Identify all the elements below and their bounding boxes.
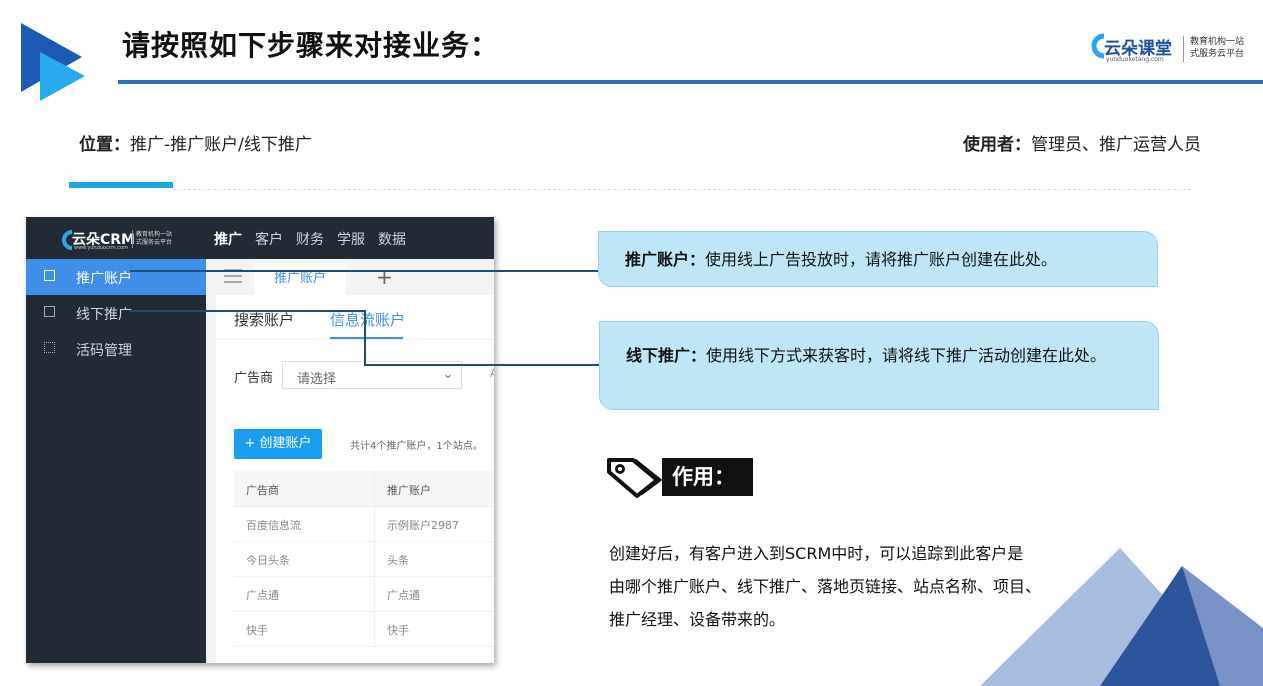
callout-label: 推广账户： — [625, 250, 706, 269]
sidebar-item-live-code[interactable]: 活码管理 — [26, 331, 206, 367]
mountain-shape-right — [1182, 566, 1263, 686]
check-icon — [44, 306, 55, 317]
section-accent-bar — [69, 182, 173, 188]
mountain-shape-mid — [1100, 566, 1263, 686]
table-cell-account: 示例账户2987 — [387, 519, 459, 532]
truncated-filter-label: A — [490, 367, 494, 380]
tab-promo-account[interactable]: 推广账户 — [254, 263, 346, 295]
advertiser-select-value: 请选择 — [297, 372, 337, 387]
callout-body: 使用线上广告投放时，请将推广账户创建在此处。 — [705, 250, 1058, 269]
table-header-account: 推广账户 — [387, 484, 431, 497]
callout-promo-account: 推广账户：使用线上广告投放时，请将推广账户创建在此处。 — [598, 231, 1158, 287]
subtab-search-account[interactable]: 搜索账户 — [234, 309, 294, 330]
callout-body: 使用线下方式来获客时，请将线下推广活动创建在此处。 — [706, 346, 1107, 365]
crm-slogan-line1: 教育机构一站 — [136, 231, 173, 238]
nav-item-finance[interactable]: 财务 — [296, 232, 324, 248]
column-divider — [374, 576, 375, 611]
crm-tabbar: 推广账户 + — [206, 259, 494, 295]
user-value: 管理员、推广运营人员 — [1031, 135, 1201, 155]
create-account-button[interactable]: + 创建账户 — [234, 429, 322, 459]
effect-text-line2: 由哪个推广账户、线下推广、落地页链接、站点名称、项目、 — [609, 577, 1042, 596]
table-row[interactable]: 百度信息流 示例账户2987 — [234, 506, 494, 542]
effect-text-line3: 推广经理、设备带来的。 — [609, 610, 786, 629]
effect-text-line1: 创建好后，有客户进入到SCRM中时，可以追踪到此客户是 — [609, 544, 1024, 563]
brand-logo-divider — [1183, 36, 1184, 62]
connector-line-offline-h2 — [364, 364, 600, 366]
brand-slogan: 教育机构一站 式服务云平台 — [1190, 36, 1244, 60]
connector-line-offline-v — [364, 310, 366, 366]
column-divider — [374, 611, 375, 646]
sidebar-item-label: 活码管理 — [76, 343, 132, 359]
table-cell-advertiser: 百度信息流 — [246, 519, 301, 532]
subtab-divider — [216, 339, 494, 340]
nav-item-student[interactable]: 学服 — [337, 232, 365, 248]
crm-top-nav: 推广 客户 财务 学服 数据 — [214, 229, 419, 249]
user-info: 使用者：管理员、推广运营人员 — [963, 130, 1201, 155]
table-cell-advertiser: 今日头条 — [246, 554, 290, 567]
crm-logo-url: www.yunduocrm.com — [74, 245, 128, 251]
sidebar-item-label: 推广账户 — [76, 271, 132, 287]
connector-line-offline-h1 — [130, 310, 366, 312]
connector-line-account — [130, 270, 600, 272]
table-cell-account: 广点通 — [387, 589, 420, 602]
table-row[interactable]: 广点通 广点通 — [234, 576, 494, 612]
sidebar-item-offline-promo[interactable]: 线下推广 — [26, 295, 206, 331]
brand-logo-url: yunduoketang.com — [1106, 56, 1164, 63]
position-label: 位置： — [79, 135, 130, 155]
callout-label: 线下推广： — [626, 346, 707, 365]
tag-icon — [607, 458, 663, 498]
callout-offline-promo: 线下推广：使用线下方式来获客时，请将线下推广活动创建在此处。 — [599, 321, 1159, 410]
table-row[interactable]: 今日头条 头条 — [234, 541, 494, 577]
sidebar-item-promo-account[interactable]: 推广账户 — [26, 259, 206, 295]
nav-item-promotion[interactable]: 推广 — [214, 232, 242, 248]
account-icon — [44, 270, 55, 281]
crm-logo-divider — [132, 230, 133, 248]
section-divider — [173, 189, 1191, 190]
crm-screenshot: 云朵CRM www.yunduocrm.com 教育机构一站 式服务云平台 推广… — [26, 217, 494, 663]
effect-heading: 作用： — [662, 458, 753, 496]
table-cell-account: 头条 — [387, 554, 409, 567]
add-tab-icon[interactable]: + — [376, 265, 393, 289]
account-summary: 共计4个推广账户，1个站点。 — [350, 441, 483, 452]
table-cell-account: 快手 — [387, 624, 409, 637]
callout-text: 推广账户：使用线上广告投放时，请将推广账户创建在此处。 — [625, 246, 1057, 270]
subtab-feed-account[interactable]: 信息流账户 — [330, 309, 405, 330]
callout-text: 线下推广：使用线下方式来获客时，请将线下推广活动创建在此处。 — [626, 342, 1136, 370]
table-row[interactable]: 快手 快手 — [234, 611, 494, 647]
position-value: 推广-推广账户/线下推广 — [130, 135, 312, 155]
position-info: 位置：推广-推广账户/线下推广 — [79, 130, 312, 155]
brand-slogan-line2: 式服务云平台 — [1190, 49, 1245, 59]
sidebar-item-label: 线下推广 — [76, 307, 132, 323]
nav-item-customer[interactable]: 客户 — [255, 232, 283, 248]
page-title: 请按照如下步骤来对接业务： — [122, 29, 500, 62]
column-divider — [374, 471, 375, 506]
chevron-down-icon: ⌄ — [442, 367, 453, 381]
play-arrow-front-shape — [40, 52, 85, 101]
crm-content-card: 搜索账户 信息流账户 广告商 请选择 ⌄ A + 创建账户 共计4个推广账户，1… — [216, 295, 494, 663]
column-divider — [374, 506, 375, 541]
brand-slogan-line1: 教育机构一站 — [1190, 37, 1245, 47]
nav-item-data[interactable]: 数据 — [378, 232, 406, 248]
crm-logo-slogan: 教育机构一站 式服务云平台 — [136, 231, 172, 247]
advertiser-filter-label: 广告商 — [234, 371, 274, 386]
crm-sidebar: 推广账户 线下推广 活码管理 — [26, 259, 206, 663]
effect-description: 创建好后，有客户进入到SCRM中时，可以追踪到此客户是 由哪个推广账户、线下推广… — [609, 537, 1109, 636]
table-header-advertiser: 广告商 — [246, 484, 279, 497]
table-header-row: 广告商 推广账户 — [234, 471, 494, 507]
user-label: 使用者： — [963, 135, 1031, 155]
column-divider — [374, 541, 375, 576]
crm-main: 推广账户 + 搜索账户 信息流账户 广告商 请选择 ⌄ A + 创建账户 共计4… — [206, 259, 494, 663]
crm-slogan-line2: 式服务云平台 — [136, 239, 173, 246]
table-cell-advertiser: 快手 — [246, 624, 268, 637]
title-underline — [118, 80, 1263, 84]
table-cell-advertiser: 广点通 — [246, 589, 279, 602]
qrcode-icon — [44, 342, 55, 353]
play-arrow-back-shape — [21, 23, 82, 92]
